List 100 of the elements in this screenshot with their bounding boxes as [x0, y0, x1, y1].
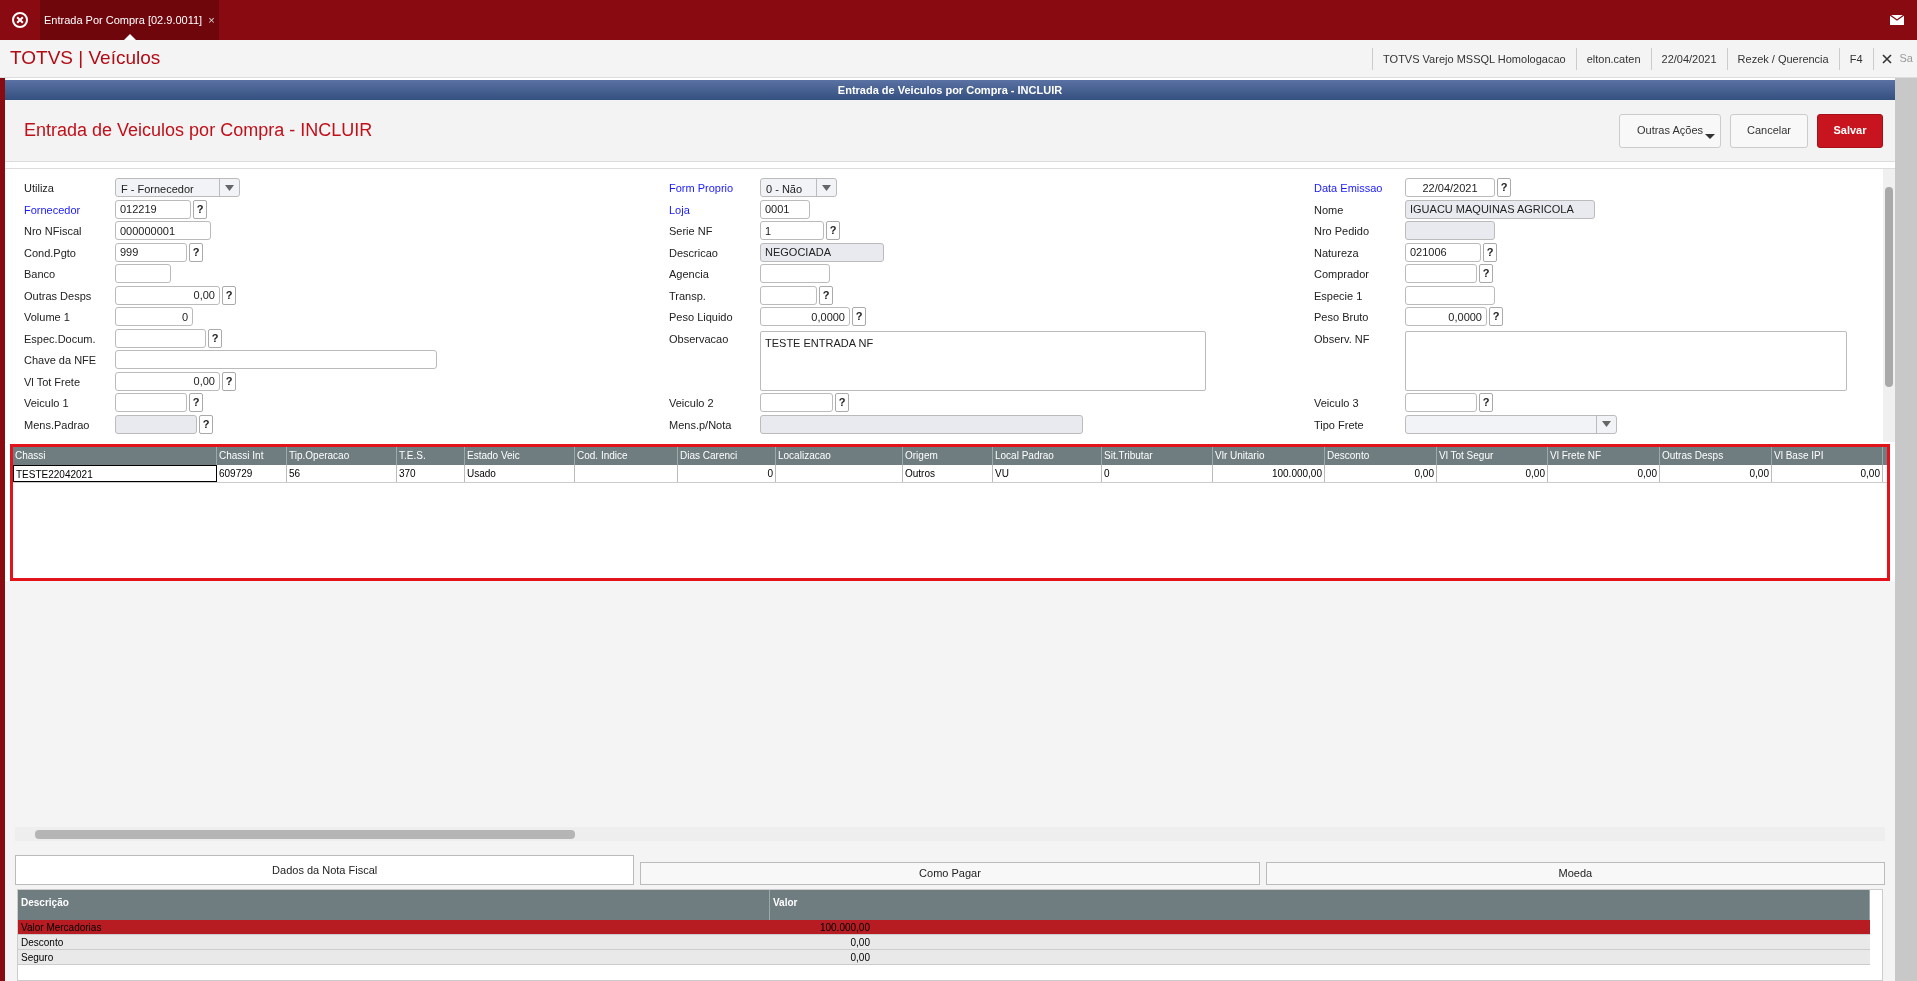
- input-field[interactable]: 012219: [115, 199, 191, 219]
- lookup-button[interactable]: ?: [189, 242, 203, 262]
- input-field[interactable]: 0,00: [115, 285, 220, 305]
- field-label: Observ. NF: [1314, 331, 1371, 347]
- input-field[interactable]: 0,0000: [760, 307, 850, 326]
- input-field[interactable]: 0,00: [115, 371, 220, 391]
- totals-row[interactable]: Desconto 0,00: [18, 935, 1870, 950]
- field-label: Cond.Pgto: [24, 245, 77, 261]
- horizontal-scrollbar[interactable]: [15, 827, 1885, 841]
- field-label: Outras Desps: [24, 288, 93, 304]
- header-info: Rezek / Querencia: [1726, 47, 1839, 70]
- window-title: Entrada de Veiculos por Compra - INCLUIR: [5, 80, 1895, 100]
- input-field[interactable]: [115, 328, 206, 348]
- input-field[interactable]: 000000001: [115, 221, 211, 240]
- lookup-button[interactable]: ?: [1479, 264, 1493, 283]
- lookup-button[interactable]: ?: [1483, 242, 1497, 262]
- input-field[interactable]: [115, 350, 437, 369]
- action-button[interactable]: Cancelar: [1730, 113, 1808, 148]
- table-cell: 0,00: [1660, 465, 1772, 482]
- table-cell: 370: [397, 465, 465, 482]
- close-icon[interactable]: ×: [208, 11, 215, 29]
- bottom-tab[interactable]: Moeda: [1265, 862, 1885, 885]
- action-button[interactable]: Salvar: [1817, 113, 1883, 148]
- text-area[interactable]: [1405, 330, 1847, 391]
- bottom-tab[interactable]: Dados da Nota Fiscal: [15, 855, 635, 885]
- mail-icon[interactable]: [1890, 15, 1904, 25]
- input-field[interactable]: [1405, 264, 1477, 283]
- field-label: Espec.Docum.: [24, 331, 97, 347]
- input-field[interactable]: IGUACU MAQUINAS AGRICOLA: [1405, 199, 1595, 219]
- field-label: Nome: [1314, 202, 1345, 218]
- lookup-button[interactable]: ?: [222, 285, 236, 305]
- field-label: Peso Liquido: [669, 310, 734, 325]
- field-label: Utiliza: [24, 181, 55, 196]
- lookup-button[interactable]: ?: [208, 328, 222, 348]
- lookup-button[interactable]: ?: [826, 221, 840, 240]
- bottom-tab[interactable]: Como Pagar: [640, 862, 1260, 885]
- select-field[interactable]: [1405, 414, 1617, 434]
- header-info: TOTVS Varejo MSSQL Homologacao: [1372, 47, 1576, 70]
- field-label: Serie NF: [669, 224, 714, 239]
- input-field[interactable]: 999: [115, 242, 187, 262]
- table-cell-text: Desconto: [20, 936, 65, 949]
- input-field[interactable]: [115, 264, 171, 283]
- lookup-button[interactable]: ?: [222, 371, 236, 391]
- lookup-button[interactable]: ?: [852, 307, 866, 326]
- lookup-button[interactable]: ?: [189, 393, 203, 412]
- table-cell-text: 0,00: [849, 936, 870, 949]
- select-field[interactable]: F - Fornecedor: [115, 178, 240, 197]
- table-cell: 0: [1102, 465, 1213, 482]
- field-label: Nro NFiscal: [24, 224, 83, 239]
- field-label: Mens.p/Nota: [669, 417, 733, 433]
- input-field[interactable]: 0,0000: [1405, 307, 1487, 326]
- input-field[interactable]: [760, 414, 1083, 434]
- input-field[interactable]: 0001: [760, 199, 810, 219]
- input-field[interactable]: [115, 393, 187, 412]
- table-cell: 0,00: [1548, 465, 1660, 482]
- table-cell-text: 0,00: [849, 951, 870, 964]
- field-label: Agencia: [669, 267, 710, 282]
- lookup-button[interactable]: ?: [835, 393, 849, 412]
- lookup-button[interactable]: ?: [1489, 307, 1503, 326]
- input-field[interactable]: [1405, 285, 1495, 305]
- field-label: Veiculo 2: [669, 396, 715, 411]
- totals-row[interactable]: Seguro 0,00: [18, 950, 1870, 965]
- input-field[interactable]: [115, 414, 197, 434]
- table-cell-text: Valor Mercadorias: [20, 921, 103, 934]
- input-field[interactable]: 021006: [1405, 242, 1481, 262]
- action-button[interactable]: Outras Ações: [1619, 113, 1721, 148]
- lookup-button[interactable]: ?: [193, 199, 207, 219]
- lookup-button[interactable]: ?: [1497, 178, 1511, 197]
- scrollbar[interactable]: [1883, 169, 1895, 442]
- logo-icon: [11, 11, 29, 29]
- field-label: Transp.: [669, 288, 707, 304]
- input-field[interactable]: 1: [760, 221, 824, 240]
- column-header[interactable]: Chassi: [13, 447, 217, 465]
- lookup-button[interactable]: ?: [1479, 393, 1493, 412]
- app-tab[interactable]: Entrada Por Compra [02.9.0011] ×: [40, 0, 219, 40]
- field-label: Form Proprio: [669, 181, 735, 196]
- grid-row[interactable]: TESTE22042021 609729 56 370 Usado 0 Outros VU 0 100.000,00 0,00 0,00 0,00 0,00 0,00: [13, 465, 1887, 483]
- input-field[interactable]: [760, 285, 817, 305]
- lookup-button[interactable]: ?: [819, 285, 833, 305]
- input-field[interactable]: [760, 393, 833, 412]
- input-field[interactable]: [1405, 393, 1477, 412]
- text-area[interactable]: TESTE ENTRADA NF: [760, 330, 1206, 391]
- table-cell: TESTE22042021: [13, 465, 217, 482]
- table-cell: 609729: [217, 465, 287, 482]
- table-cell: 0,00: [1325, 465, 1437, 482]
- lookup-button[interactable]: ?: [199, 414, 213, 434]
- input-field[interactable]: NEGOCIADA: [760, 242, 884, 262]
- close-icon[interactable]: [1881, 53, 1892, 64]
- header-info: elton.caten: [1575, 47, 1651, 70]
- caret-icon: [1705, 133, 1715, 139]
- field-label: Peso Bruto: [1314, 310, 1370, 325]
- select-field[interactable]: 0 - Não: [760, 178, 837, 197]
- input-field[interactable]: [1405, 221, 1495, 240]
- tab-label: Entrada Por Compra [02.9.0011]: [44, 12, 203, 28]
- table-cell: VU: [993, 465, 1102, 482]
- field-label: Fornecedor: [24, 202, 82, 218]
- input-field[interactable]: 0: [115, 307, 193, 326]
- input-field[interactable]: 22/04/2021: [1405, 178, 1495, 197]
- field-label: Vl Tot Frete: [24, 374, 82, 390]
- input-field[interactable]: [760, 264, 830, 283]
